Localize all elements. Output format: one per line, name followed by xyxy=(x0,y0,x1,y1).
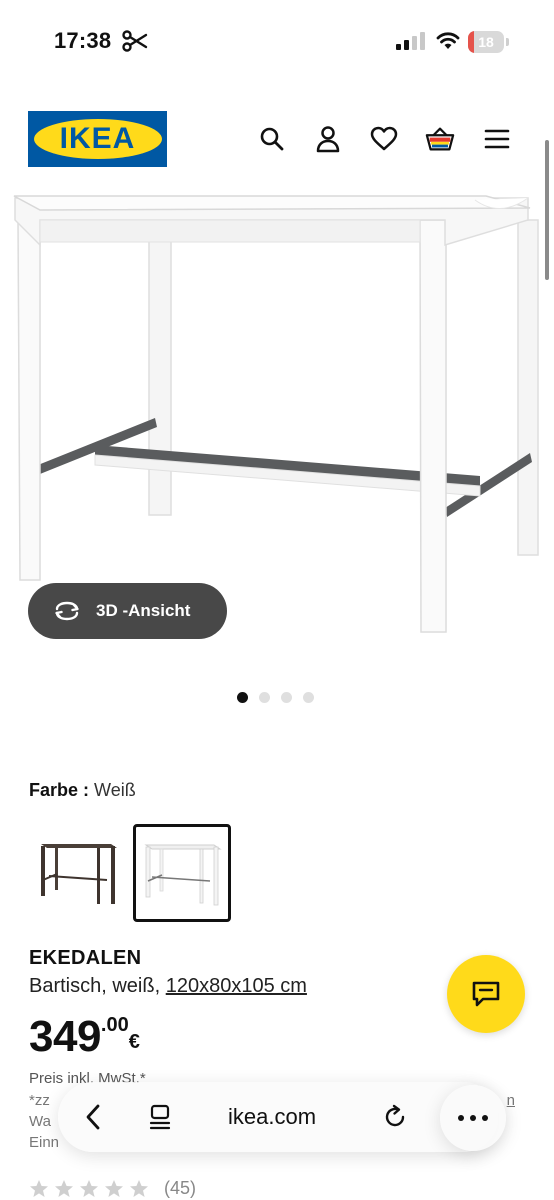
carousel-dot[interactable] xyxy=(303,692,314,703)
price-decimal: .00 xyxy=(100,1014,129,1036)
logo-oval: IKEA xyxy=(33,119,162,159)
star-icon xyxy=(130,1179,148,1197)
ellipsis-icon xyxy=(458,1115,488,1121)
chat-button[interactable] xyxy=(447,955,525,1033)
reload-icon xyxy=(385,1104,405,1127)
color-label: Farbe : xyxy=(29,780,90,800)
browser-address-bar: ikea.com xyxy=(58,1082,498,1152)
white-table-thumbnail xyxy=(144,844,222,906)
price-integer: 349 xyxy=(29,1012,101,1061)
fine-print-link[interactable]: n xyxy=(507,1090,515,1111)
dark-table-thumbnail xyxy=(41,844,117,904)
product-size-link[interactable]: 120x80x105 cm xyxy=(166,975,307,997)
cellular-signal-icon xyxy=(396,32,425,50)
product-image[interactable] xyxy=(0,190,554,640)
product-rating[interactable]: (45) xyxy=(29,1178,196,1199)
view-3d-label: 3D -Ansicht xyxy=(96,601,191,620)
carousel-dot[interactable] xyxy=(259,692,270,703)
star-icon xyxy=(30,1179,48,1197)
star-icon xyxy=(105,1179,123,1197)
carousel-dot[interactable] xyxy=(281,692,292,703)
view-3d-button[interactable]: 3D -Ansicht xyxy=(28,583,227,639)
more-button[interactable] xyxy=(440,1085,506,1151)
reload-button[interactable] xyxy=(381,1103,409,1131)
user-icon[interactable] xyxy=(313,124,343,154)
battery-percent: 18 xyxy=(478,34,494,50)
menu-icon[interactable] xyxy=(482,124,512,154)
chevron-left-icon xyxy=(86,1104,100,1130)
search-icon[interactable] xyxy=(257,124,287,154)
ikea-logo[interactable]: IKEA xyxy=(28,111,167,167)
tab-overview-icon xyxy=(149,1104,171,1130)
chat-icon xyxy=(472,981,500,1007)
star-icon xyxy=(55,1179,73,1197)
product-type: Bartisch, weiß, xyxy=(29,975,161,997)
battery-indicator: 18 xyxy=(468,31,510,53)
star-icon xyxy=(80,1179,98,1197)
heart-icon[interactable] xyxy=(369,124,399,154)
swatch-dark-brown[interactable] xyxy=(31,824,129,922)
tabs-button[interactable] xyxy=(146,1104,174,1130)
swatch-white[interactable] xyxy=(133,824,231,922)
price-currency: € xyxy=(128,1031,140,1053)
battery-body: 18 xyxy=(468,31,504,53)
logo-text: IKEA xyxy=(59,122,136,155)
product-name: EKEDALEN xyxy=(29,947,142,969)
wifi-icon xyxy=(436,32,460,49)
rating-count: (45) xyxy=(164,1178,197,1198)
status-time: 17:38 xyxy=(54,28,112,53)
color-selection-label: Farbe : Weiß xyxy=(29,780,136,801)
battery-cap xyxy=(506,38,509,46)
url-field[interactable]: ikea.com xyxy=(228,1104,316,1130)
carousel-dots xyxy=(237,692,314,703)
rotate-3d-icon xyxy=(55,601,79,621)
color-value: Weiß xyxy=(94,780,136,800)
status-bar: 17:38 18 xyxy=(0,0,554,84)
back-button[interactable] xyxy=(63,1088,123,1146)
basket-icon[interactable] xyxy=(425,124,455,154)
fine-print-text: *zz xyxy=(29,1092,50,1109)
product-price: 349.00€ xyxy=(29,1012,140,1062)
carousel-dot[interactable] xyxy=(237,692,248,703)
product-description: Bartisch, weiß, 120x80x105 cm xyxy=(29,975,307,998)
scissors-icon xyxy=(122,30,148,52)
